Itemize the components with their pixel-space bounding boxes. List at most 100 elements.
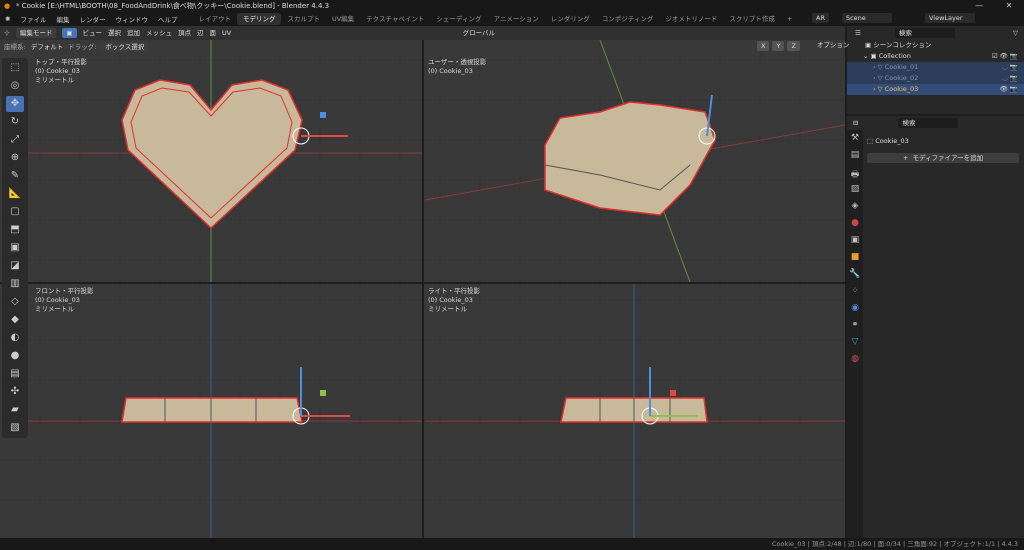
move-tool-icon[interactable]: ✥: [6, 96, 24, 112]
physics-tab-icon[interactable]: ◉: [847, 303, 863, 317]
shrink-tool-icon[interactable]: ✣: [6, 384, 24, 400]
menu-mesh[interactable]: メッシュ: [146, 29, 172, 38]
menu-face[interactable]: 面: [210, 29, 217, 38]
mode-select[interactable]: 編集モード: [15, 28, 57, 38]
mirror-z[interactable]: Z: [787, 41, 800, 51]
extrude-tool-icon[interactable]: ⬒: [6, 222, 24, 238]
select-mode-buttons[interactable]: ▣: [62, 28, 77, 38]
display-mode-icon[interactable]: ☰: [855, 28, 861, 39]
editor-type-icon[interactable]: ⊟: [853, 118, 858, 129]
item-label: Cookie_02: [884, 74, 919, 82]
coord-select[interactable]: デフォルト: [31, 43, 64, 52]
render-tab-icon[interactable]: ▤: [847, 150, 863, 164]
tab-layout[interactable]: レイアウト: [192, 13, 237, 25]
tab-compositing[interactable]: コンポジティング: [596, 13, 660, 25]
tab-scripting[interactable]: スクリプト作成: [723, 13, 781, 25]
menu-vertex[interactable]: 頂点: [178, 29, 191, 38]
menu-uv[interactable]: UV: [222, 29, 231, 38]
mirror-x[interactable]: X: [757, 41, 770, 51]
viewport-grid[interactable]: [0, 40, 845, 538]
menu-view[interactable]: ビュー: [83, 29, 103, 38]
menu-file[interactable]: ファイル: [15, 14, 51, 24]
viewport-front-info: フロント・平行投影 (0) Cookie_03 ミリメートル: [35, 287, 94, 314]
mirror-y[interactable]: Y: [772, 41, 785, 51]
smooth-tool-icon[interactable]: ●: [6, 348, 24, 364]
filter-icon[interactable]: ▽: [1013, 28, 1018, 39]
constraints-tab-icon[interactable]: ⚭: [847, 320, 863, 334]
transform-orientation-select[interactable]: グローバル: [463, 29, 495, 38]
poly-build-tool-icon[interactable]: ◆: [6, 312, 24, 328]
data-tab-icon[interactable]: ▽: [847, 337, 863, 351]
menu-help[interactable]: ヘルプ: [153, 14, 183, 24]
inset-tool-icon[interactable]: ▣: [6, 240, 24, 256]
object-name-row: ⬚ Cookie_03: [867, 137, 909, 145]
tab-modeling[interactable]: モデリング: [236, 13, 282, 25]
transform-tool-icon[interactable]: ⊕: [6, 150, 24, 166]
collection-row[interactable]: ⌄ ▣ Collection ☑ 👁 📷: [847, 51, 1024, 62]
view-name: トップ・平行投影: [35, 58, 87, 66]
annotate-tool-icon[interactable]: ✎: [6, 168, 24, 184]
select-box-tool-icon[interactable]: ⬚: [6, 60, 24, 76]
scene-field[interactable]: Scene: [841, 13, 892, 23]
world-tab-icon[interactable]: ●: [847, 218, 863, 232]
tab-texture-paint[interactable]: テクスチャペイント: [360, 13, 430, 25]
outliner-search[interactable]: 検索: [894, 28, 955, 38]
viewlayer-field[interactable]: ViewLayer: [924, 13, 975, 23]
output-tab-icon[interactable]: 🖶: [847, 167, 863, 181]
render-engine-select[interactable]: AR: [812, 13, 829, 23]
tab-rendering[interactable]: レンダリング: [545, 13, 596, 25]
rip-tool-icon[interactable]: ▧: [6, 420, 24, 436]
editor-type-icon[interactable]: ⊹: [4, 29, 10, 37]
measure-tool-icon[interactable]: 📐: [6, 186, 24, 202]
hide-icon[interactable]: ◡ 📷: [1002, 62, 1018, 73]
object-name: (0) Cookie_03: [35, 296, 80, 304]
spin-tool-icon[interactable]: ◐: [6, 330, 24, 346]
tab-animation[interactable]: アニメーション: [487, 13, 544, 25]
tool-tab-icon[interactable]: ⚒: [847, 133, 863, 147]
object-tab-icon[interactable]: ■: [847, 252, 863, 266]
window-title: * Cookie [E:\HTML\BOOTH\08_FoodAndDrink\…: [16, 2, 330, 10]
tab-geometry-nodes[interactable]: ジオメトリノード: [659, 13, 723, 25]
tab-shading[interactable]: シェーディング: [430, 13, 487, 25]
add-workspace-button[interactable]: +: [781, 13, 798, 25]
add-cube-tool-icon[interactable]: ▢: [6, 204, 24, 220]
loop-cut-tool-icon[interactable]: ▥: [6, 276, 24, 292]
eye-icon[interactable]: 👁 📷: [1000, 84, 1018, 95]
options-menu[interactable]: オプション: [817, 41, 850, 51]
properties-search[interactable]: 検索: [898, 118, 959, 128]
scene-collection-row[interactable]: ▣ シーンコレクション: [847, 40, 1024, 51]
scene-tab-icon[interactable]: ◈: [847, 201, 863, 215]
menu-window[interactable]: ウィンドウ: [110, 14, 153, 24]
edge-slide-tool-icon[interactable]: ▤: [6, 366, 24, 382]
bevel-tool-icon[interactable]: ◪: [6, 258, 24, 274]
close-button[interactable]: ✕: [994, 0, 1024, 12]
particles-tab-icon[interactable]: ⁘: [847, 286, 863, 300]
outliner-item[interactable]: › ▽ Cookie_01 ◡ 📷: [847, 62, 1024, 73]
view-layer-tab-icon[interactable]: ▨: [847, 184, 863, 198]
viewport-top-info: トップ・平行投影 (0) Cookie_03 ミリメートル: [35, 58, 87, 85]
material-tab-icon[interactable]: ◍: [847, 354, 863, 368]
menu-add[interactable]: 追加: [127, 29, 140, 38]
outliner-item-active[interactable]: › ▽ Cookie_03 👁 📷: [847, 84, 1024, 95]
knife-tool-icon[interactable]: ◇: [6, 294, 24, 310]
menu-render[interactable]: レンダー: [74, 14, 110, 24]
visibility-icon[interactable]: ☑ 👁 📷: [992, 51, 1018, 62]
outliner-item[interactable]: › ▽ Cookie_02 ◡ 📷: [847, 73, 1024, 84]
scale-tool-icon[interactable]: ⤢: [6, 132, 24, 148]
collection-tab-icon[interactable]: ▣: [847, 235, 863, 249]
blender-menu-icon[interactable]: ✺: [0, 15, 15, 23]
view-name: ライト・平行投影: [428, 287, 480, 295]
add-modifier-button[interactable]: + モディファイアーを追加: [867, 153, 1019, 163]
modifier-tab-icon[interactable]: 🔧: [847, 269, 863, 283]
tab-sculpt[interactable]: スカルプト: [281, 13, 326, 25]
drag-select[interactable]: ボックス選択: [101, 42, 149, 52]
cursor-tool-icon[interactable]: ◎: [6, 78, 24, 94]
menu-edit[interactable]: 編集: [51, 14, 74, 24]
rotate-tool-icon[interactable]: ↻: [6, 114, 24, 130]
shear-tool-icon[interactable]: ▰: [6, 402, 24, 418]
menu-select[interactable]: 選択: [108, 29, 121, 38]
collection-icon: ▣: [865, 41, 874, 49]
hide-icon[interactable]: ◡ 📷: [1002, 73, 1018, 84]
tab-uv[interactable]: UV編集: [326, 13, 360, 25]
menu-edge[interactable]: 辺: [197, 29, 204, 38]
